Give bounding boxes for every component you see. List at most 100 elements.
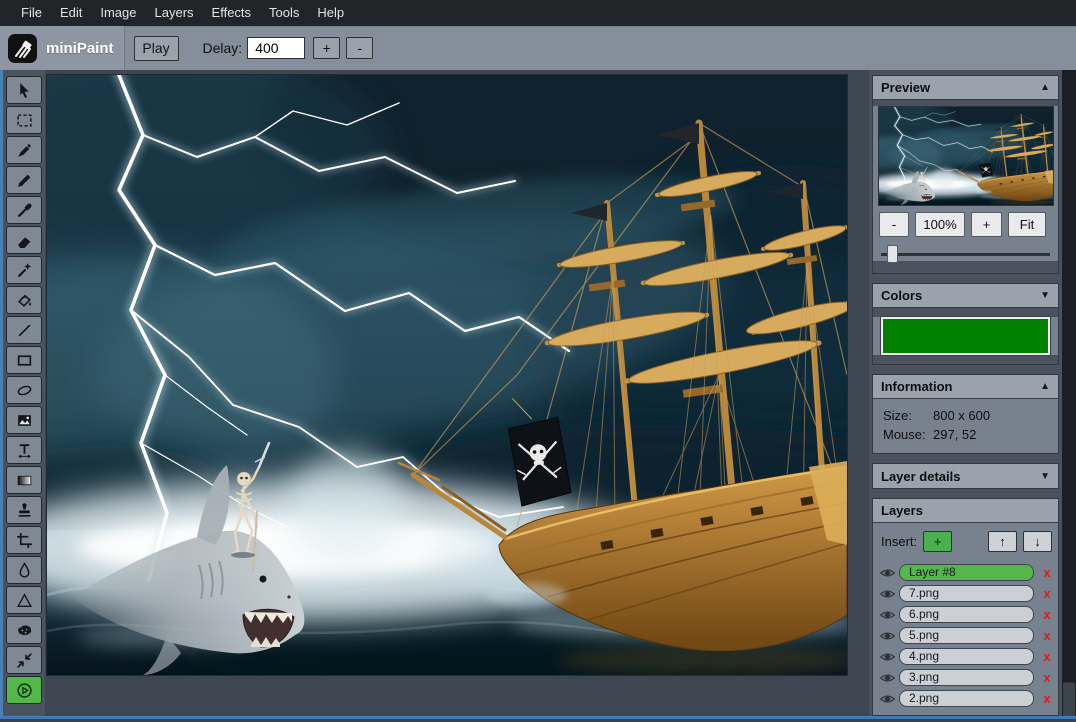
top-toolbar: miniPaint Play Delay: + - [0,26,1076,70]
delay-label: Delay: [203,40,243,56]
layer-visibility-eye-icon[interactable] [879,693,899,705]
layers-panel-title: Layers [881,503,1050,518]
menu-item-tools[interactable]: Tools [260,0,308,26]
sidebar-scrollbar[interactable] [1062,70,1076,716]
move-layer-down-button[interactable]: ↓ [1023,531,1052,552]
tool-pencil[interactable] [6,166,42,194]
layers-panel-header[interactable]: Layers [873,499,1058,523]
layer-name[interactable]: 2.png [899,690,1034,707]
ellipse-icon [16,382,33,399]
line-icon [16,322,33,339]
tool-text[interactable] [6,436,42,464]
delete-layer-button[interactable]: x [1040,607,1054,622]
zoom-level-button[interactable]: 100% [915,212,965,237]
tool-rectangle[interactable] [6,346,42,374]
layer-name[interactable]: 4.png [899,648,1034,665]
menu-item-layers[interactable]: Layers [146,0,203,26]
information-panel-header[interactable]: Information ▲ [873,375,1058,399]
animation-attributes: Play Delay: + - [124,26,1076,70]
scrollbar-thumb[interactable] [1063,682,1075,716]
zoom-slider-track[interactable] [881,253,1050,256]
select-icon [16,82,33,99]
delay-decrease-button[interactable]: - [346,37,373,59]
canvas[interactable] [47,75,847,675]
layer-name[interactable]: 7.png [899,585,1034,602]
pencil-icon [16,172,33,189]
delete-layer-button[interactable]: x [1040,649,1054,664]
layer-row: 5.png x [879,625,1054,646]
layer-visibility-eye-icon[interactable] [879,630,899,642]
eraser-icon [16,232,33,249]
tool-blur[interactable] [6,556,42,584]
tool-gradient[interactable] [6,466,42,494]
tool-erase[interactable] [6,226,42,254]
colors-panel-header[interactable]: Colors ▼ [873,284,1058,308]
preview-panel-header[interactable]: Preview ▲ [873,76,1058,100]
layer-row: 6.png x [879,604,1054,625]
tool-sharpen[interactable] [6,586,42,614]
preview-panel: Preview ▲ - 100% + Fit [872,75,1059,274]
menu-item-edit[interactable]: Edit [51,0,91,26]
layer-name[interactable]: 5.png [899,627,1034,644]
tool-shrink[interactable] [6,646,42,674]
droplet-icon [16,562,33,579]
delay-increase-button[interactable]: + [313,37,340,59]
layers-panel: Layers Insert: + ↑ ↓ Layer #8x7.pngx6.pn… [872,498,1059,716]
tool-line[interactable] [6,316,42,344]
tool-crop[interactable] [6,526,42,554]
zoom-controls: - 100% + Fit [879,212,1052,237]
tool-brush[interactable] [6,136,42,164]
zoom-slider[interactable] [881,247,1050,261]
tool-pick-color[interactable] [6,196,42,224]
tool-select[interactable] [6,76,42,104]
menu-item-image[interactable]: Image [91,0,145,26]
tool-media[interactable] [6,406,42,434]
menu-item-effects[interactable]: Effects [203,0,261,26]
tool-selection[interactable] [6,106,42,134]
canvas-image [47,75,847,675]
menu-item-file[interactable]: File [12,0,51,26]
zoom-fit-button[interactable]: Fit [1008,212,1046,237]
layer-name[interactable]: Layer #8 [899,564,1034,581]
expand-arrow-icon: ▼ [1040,471,1050,482]
delete-layer-button[interactable]: x [1040,691,1054,706]
gradient-icon [16,472,33,489]
delete-layer-button[interactable]: x [1040,628,1054,643]
layer-visibility-eye-icon[interactable] [879,609,899,621]
tool-ellipse[interactable] [6,376,42,404]
tool-desaturate[interactable] [6,616,42,644]
zoom-in-button[interactable]: + [971,212,1002,237]
delay-input[interactable] [247,37,305,59]
delete-layer-button[interactable]: x [1040,670,1054,685]
menu-item-help[interactable]: Help [308,0,353,26]
delete-layer-button[interactable]: x [1040,586,1054,601]
information-panel-body: Size: 800 x 600 Mouse: 297, 52 [873,399,1058,453]
move-layer-up-button[interactable]: ↑ [988,531,1017,552]
add-layer-button[interactable]: + [923,531,952,552]
layer-details-panel-header[interactable]: Layer details ▼ [873,464,1058,488]
layer-name[interactable]: 3.png [899,669,1034,686]
tool-magic-wand[interactable] [6,256,42,284]
zoom-slider-handle[interactable] [887,245,898,263]
layer-list: Layer #8x7.pngx6.pngx5.pngx4.pngx3.pngx2… [879,562,1054,709]
layer-name[interactable]: 6.png [899,606,1034,623]
size-value: 800 x 600 [933,406,990,425]
active-color-swatch[interactable] [881,317,1050,355]
zoom-out-button[interactable]: - [879,212,909,237]
mouse-row: Mouse: 297, 52 [883,425,1048,444]
tool-animation[interactable] [6,676,42,704]
delete-layer-button[interactable]: x [1040,565,1054,580]
tool-fill[interactable] [6,286,42,314]
layer-visibility-eye-icon[interactable] [879,651,899,663]
play-button[interactable]: Play [134,36,179,61]
layer-details-panel: Layer details ▼ [872,463,1059,489]
tool-clone[interactable] [6,496,42,524]
triangle-icon [16,592,33,609]
layer-visibility-eye-icon[interactable] [879,567,899,579]
right-sidebar: Preview ▲ - 100% + Fit [869,70,1062,716]
play-circle-icon [16,682,33,699]
eyedropper-icon [16,202,33,219]
mouse-value: 297, 52 [933,425,976,444]
layer-visibility-eye-icon[interactable] [879,588,899,600]
layer-visibility-eye-icon[interactable] [879,672,899,684]
